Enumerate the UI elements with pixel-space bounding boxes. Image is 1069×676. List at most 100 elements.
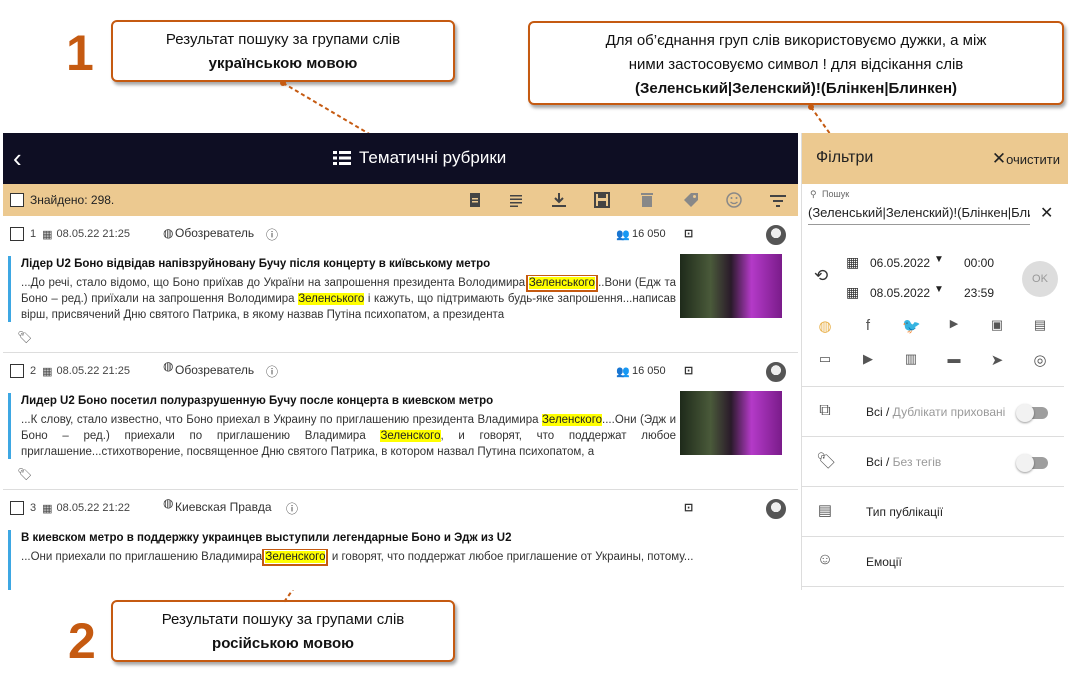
globe-icon: ◍	[163, 496, 174, 510]
search-input[interactable]: (Зеленський|Зеленский)!(Блінкен|Блинкен)	[808, 205, 1030, 220]
article-title[interactable]: В киевском метро в поддержку украинцев в…	[21, 532, 512, 544]
article-source[interactable]: Киевская Правда	[175, 500, 272, 514]
article-source[interactable]: Обозреватель	[175, 363, 254, 377]
tag-icon[interactable]	[682, 192, 700, 208]
callout-1-line-1: Результат пошуку за групами слів	[165, 31, 401, 48]
tags-all: Всі /	[866, 455, 890, 469]
clear-search-icon[interactable]: ✕	[1040, 203, 1053, 223]
article-title[interactable]: Лидер U2 Боно посетил полуразрушенную Бу…	[21, 395, 493, 407]
article-checkbox[interactable]	[10, 364, 24, 378]
ok-button[interactable]: OK	[1022, 261, 1058, 297]
tag-icon[interactable]: 🏷	[17, 330, 32, 344]
article-number: 1	[30, 228, 37, 240]
radio-icon[interactable]: ▥	[902, 351, 920, 367]
author-avatar[interactable]	[766, 362, 786, 382]
tags-filter[interactable]: 🏷 Всі / Без тегів	[802, 437, 1064, 487]
article-date: 08.05.22 21:25	[56, 365, 130, 377]
save-icon[interactable]	[593, 192, 611, 208]
download-icon[interactable]	[550, 192, 568, 208]
twitter-icon[interactable]: 🐦	[902, 317, 921, 335]
callout-3-line-1: Для об’єднання груп слів використовуємо …	[605, 32, 987, 49]
duplicates-toggle[interactable]	[1016, 404, 1048, 422]
article-date: 08.05.22 21:22	[56, 502, 130, 514]
back-icon[interactable]: ‹	[13, 143, 22, 174]
filters-header: Фільтри ✕очистити	[802, 133, 1068, 184]
document-icon[interactable]	[466, 192, 484, 208]
article-reach: 16 050	[632, 365, 666, 377]
emotions-filter[interactable]: ☺ Емоції	[802, 537, 1064, 587]
emotion-icon[interactable]	[725, 192, 743, 208]
article-thumbnail[interactable]	[680, 391, 782, 455]
text-lines-icon[interactable]	[507, 192, 525, 208]
author-avatar[interactable]	[766, 225, 786, 245]
preview-icon[interactable]: ⊡	[684, 227, 693, 240]
calendar-icon: ▦	[42, 228, 53, 241]
search-label: Пошук	[822, 189, 850, 199]
date-from[interactable]: 06.05.2022	[870, 256, 930, 270]
tags-hint: Без тегів	[889, 455, 942, 469]
callout-1-line-2: українською мовою	[208, 55, 358, 72]
select-all-checkbox[interactable]	[10, 193, 24, 207]
relevance-bar	[8, 393, 11, 459]
chevron-down-icon[interactable]: ▼	[934, 284, 944, 295]
article-title[interactable]: Лідер U2 Боно відвідав напівзруйновану Б…	[21, 258, 490, 270]
preview-icon[interactable]: ⊡	[684, 501, 693, 514]
tags-label: Всі / Без тегів	[866, 455, 941, 469]
filter-icon[interactable]	[769, 192, 787, 208]
instagram-icon[interactable]: ◎	[1031, 351, 1049, 369]
article-source[interactable]: Обозреватель	[175, 226, 254, 240]
search-field[interactable]: ⚲ Пошук (Зеленський|Зеленский)!(Блінкен|…	[808, 189, 1030, 225]
source-type-icons: ◍ f 🐦 ▶ ▣ ▤ ▭ ▶ ▥ ▬ ➤ ◎	[802, 315, 1064, 387]
duplicates-label: Всі / Дублікати приховані	[866, 405, 1005, 419]
snippet-part: , и говорят, что поддержат любое приглаш…	[325, 551, 694, 563]
page-title-text: Тематичні рубрики	[359, 148, 507, 167]
callout-syntax-help: Для об’єднання груп слів використовуємо …	[528, 21, 1064, 105]
publication-type-filter[interactable]: ▤ Тип публікації	[802, 487, 1064, 537]
info-icon[interactable]: ⓘ	[266, 363, 278, 380]
forum-icon[interactable]: ▬	[945, 351, 963, 366]
comment-icon[interactable]: ▭	[816, 351, 834, 367]
top-bar: ‹ Тематичні рубрики	[3, 133, 798, 184]
profile-icon[interactable]: ▣	[988, 317, 1006, 333]
delete-icon[interactable]	[638, 192, 656, 208]
video-icon[interactable]: ▶	[859, 351, 877, 367]
youtube-icon[interactable]: ▶	[945, 317, 963, 330]
preview-icon[interactable]: ⊡	[684, 364, 693, 377]
facebook-icon[interactable]: f	[859, 317, 877, 334]
article-snippet: ...Они приехали по приглашению Владимира…	[21, 549, 761, 569]
article-thumbnail[interactable]	[680, 254, 782, 318]
author-avatar[interactable]	[766, 499, 786, 519]
time-to[interactable]: 23:59	[964, 286, 994, 300]
calendar-to-icon[interactable]: ▦	[846, 284, 859, 301]
article-checkbox[interactable]	[10, 227, 24, 241]
article-item-3[interactable]: 3 ▦ 08.05.22 21:22 ◍ Киевская Правда ⓘ ⊡…	[3, 490, 798, 590]
calendar-from-icon[interactable]: ▦	[846, 254, 859, 271]
telegram-icon[interactable]: ➤	[988, 351, 1006, 369]
article-item-2[interactable]: 2 ▦ 08.05.22 21:25 ◍ Обозреватель ⓘ 👥 16…	[3, 353, 798, 490]
tag-icon[interactable]: 🏷	[17, 467, 32, 481]
clear-filters-button[interactable]: ✕очистити	[992, 149, 1060, 169]
duplicates-hint: Дублікати приховані	[889, 405, 1006, 419]
news-icon[interactable]: ▤	[1031, 317, 1049, 333]
relevance-bar	[8, 256, 11, 322]
article-reach: 16 050	[632, 228, 666, 240]
web-icon[interactable]: ◍	[816, 317, 834, 335]
callout-ukrainian-results: Результат пошуку за групами слів українс…	[111, 20, 455, 82]
article-item-1[interactable]: 1 ▦ 08.05.22 21:25 ◍ Обозреватель ⓘ 👥 16…	[3, 216, 798, 353]
info-icon[interactable]: ⓘ	[266, 226, 278, 243]
app-window: ‹ Тематичні рубрики Знайдено: 298. 1 ▦ 0…	[3, 133, 1068, 590]
main-panel: ‹ Тематичні рубрики Знайдено: 298. 1 ▦ 0…	[3, 133, 798, 590]
duplicates-filter[interactable]: ⧉ Всі / Дублікати приховані	[802, 387, 1064, 437]
date-to[interactable]: 08.05.2022	[870, 286, 930, 300]
info-icon[interactable]: ⓘ	[286, 500, 298, 517]
tags-toggle[interactable]	[1016, 454, 1048, 472]
keyword-highlight: Зеленского	[541, 414, 603, 426]
snippet-part: ...Они приехали по приглашению Владимира	[21, 551, 266, 563]
article-checkbox[interactable]	[10, 501, 24, 515]
article-meta: 1 ▦ 08.05.22 21:25	[10, 226, 130, 242]
history-icon[interactable]: ⟲	[814, 266, 828, 286]
chevron-down-icon[interactable]: ▼	[934, 254, 944, 265]
filters-panel: Фільтри ✕очистити ⚲ Пошук (Зеленський|Зе…	[801, 133, 1068, 590]
time-from[interactable]: 00:00	[964, 256, 994, 270]
emotion-icon: ☺	[816, 551, 834, 568]
